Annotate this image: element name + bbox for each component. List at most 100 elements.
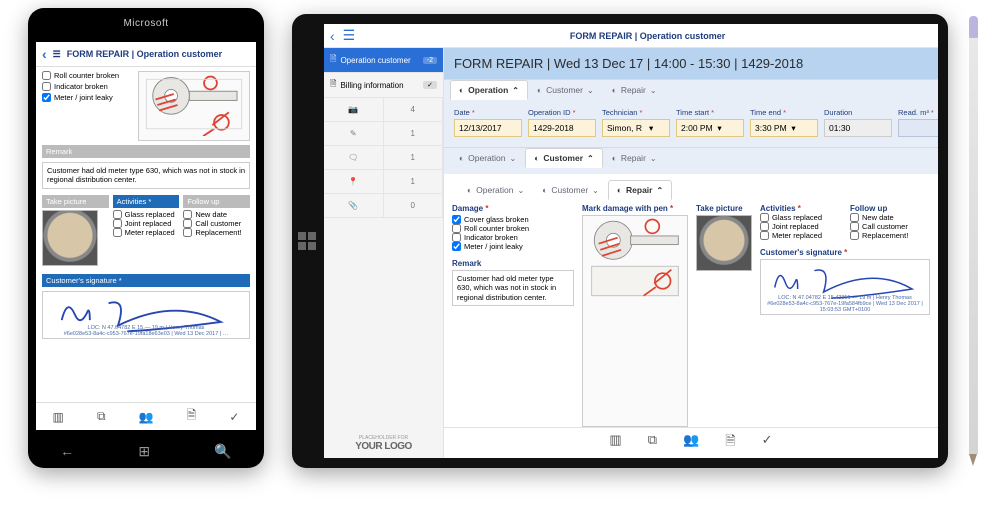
repair-damage-3[interactable]: Meter / joint leaky [452,242,574,251]
phone-damage-1[interactable]: Indicator broken [42,82,132,91]
phone-activity-1-checkbox[interactable] [113,219,122,228]
filter-icon[interactable]: ▥ [609,432,621,454]
phone-photo-thumb[interactable] [42,210,98,266]
repair-damage-0[interactable]: Cover glass broken [452,215,574,224]
repair-damage-2[interactable]: Indicator broken [452,233,574,242]
repair-damage-1[interactable]: Roll counter broken [452,224,574,233]
copy-icon[interactable]: ⧉ [97,409,106,424]
phone-damage-0-checkbox[interactable] [42,71,51,80]
op-input-tstart[interactable] [676,119,744,137]
repair-followup-2[interactable]: Replacement! [850,231,930,240]
sidebar-tab-1[interactable]: 🗎Billing information✓ [324,73,443,98]
back-icon[interactable]: ‹ [330,28,335,44]
check-icon[interactable]: ✓ [762,432,773,454]
repair-photo-thumb[interactable] [696,215,752,271]
post-icon[interactable]: 🗨 [324,146,384,170]
repair-damage-0-checkbox[interactable] [452,215,461,224]
activities-list: Glass replacedJoint replacedMeter replac… [760,213,840,240]
repair-activity-2-checkbox[interactable] [760,231,769,240]
op-input-tech[interactable] [602,119,670,137]
op-label-tstart: Time start [676,108,744,117]
menu-icon[interactable]: ☰ [343,27,356,44]
op-input-dur[interactable] [824,119,892,137]
repair-activity-1-checkbox[interactable] [760,222,769,231]
phone-activity-2[interactable]: Meter replaced [113,228,180,237]
phone-damage-1-checkbox[interactable] [42,82,51,91]
section-tab-operation[interactable]: ◐Operation⌄ [458,180,533,200]
dot-icon: ◐ [537,85,542,95]
section-tab-customer[interactable]: ◐Customer⌄ [528,80,603,100]
phone-damage-2[interactable]: Meter / joint leaky [42,93,132,102]
section-tab-customer[interactable]: ◐Customer⌃ [525,148,603,168]
phone-followup-1[interactable]: Call customer [183,219,250,228]
phone-remark-text[interactable]: Customer had old meter type 630, which w… [42,162,250,189]
section-tab-operation[interactable]: ◐Operation⌄ [450,148,525,168]
filter-icon[interactable]: ▥ [53,410,64,424]
op-input-tend[interactable] [750,119,818,137]
pin-icon[interactable]: 📍 [324,170,384,194]
phone-activity-0[interactable]: Glass replaced [113,210,180,219]
repair-damage-1-checkbox[interactable] [452,224,461,233]
windows-key-icon[interactable] [298,232,316,250]
camera-icon[interactable]: 📷 [324,98,384,122]
phone-activity-0-checkbox[interactable] [113,210,122,219]
sidebar-attachment-grid: 📷 4 ✎ 1 🗨 1 📍 1 📎 0 [324,98,443,218]
repair-activity-2-label: Meter replaced [772,231,822,240]
repair-followup-0-label: New date [862,213,894,222]
repair-damage-2-label: Indicator broken [464,233,518,242]
section-tab-operation[interactable]: ◐Operation⌃ [450,80,528,100]
check-icon[interactable]: ✓ [229,410,239,424]
phone-damage-2-checkbox[interactable] [42,93,51,102]
op-input-read[interactable] [898,119,938,137]
section-tab-repair[interactable]: ◐Repair⌄ [603,80,666,100]
copy-icon[interactable]: ⧉ [648,432,657,454]
menu-icon[interactable]: ☰ [53,49,61,60]
phone-followup-1-checkbox[interactable] [183,219,192,228]
repair-followup-0-checkbox[interactable] [850,213,859,222]
op-input-opid[interactable] [528,119,596,137]
section-tab-customer[interactable]: ◐Customer⌄ [533,180,608,200]
people-icon[interactable]: 👥 [139,410,154,424]
repair-activity-2[interactable]: Meter replaced [760,231,840,240]
paper-icon[interactable]: 🗎 [725,432,735,454]
repair-damage-3-checkbox[interactable] [452,242,461,251]
sidebar-tab-0[interactable]: 🗎Operation customer-2 [324,48,443,73]
repair-activity-0[interactable]: Glass replaced [760,213,840,222]
op-input-date[interactable] [454,119,522,137]
repair-followup-2-checkbox[interactable] [850,231,859,240]
phone-followup-2-checkbox[interactable] [183,228,192,237]
phone-followup-0-checkbox[interactable] [183,210,192,219]
os-home-icon[interactable]: ⊞ [138,443,150,460]
repair-remark-text[interactable]: Customer had old meter type 630, which w… [452,270,574,306]
paper-icon[interactable]: 🗎 [187,406,197,427]
repair-signature-box[interactable]: LOC: N 47.04782 E 15.42351 — 19 m | Henr… [760,259,930,315]
repair-followup-1[interactable]: Call customer [850,222,930,231]
phone-followup-2[interactable]: Replacement! [183,228,250,237]
phone-followup-0[interactable]: New date [183,210,250,219]
repair-activity-1[interactable]: Joint replaced [760,222,840,231]
section-tab-label: Operation [468,153,505,163]
repair-activity-0-label: Glass replaced [772,213,822,222]
os-search-icon[interactable]: 🔍 [214,443,231,460]
section-tab-repair[interactable]: ◐Repair⌄ [603,148,666,168]
damage-diagram[interactable] [582,215,688,427]
repair-followup-0[interactable]: New date [850,213,930,222]
phone-activity-2-checkbox[interactable] [113,228,122,237]
clip-icon[interactable]: 📎 [324,194,384,218]
pen-icon[interactable]: ✎ [324,122,384,146]
back-icon[interactable]: ‹ [42,46,47,62]
phone-signature-box[interactable]: LOC: N 47.04782 E 15.— 19 m | Henry Thom… [42,291,250,339]
stylus-pen [966,16,980,466]
phone-damage-2-label: Meter / joint leaky [54,93,113,102]
people-icon[interactable]: 👥 [683,432,699,454]
followup-hd: Follow up [850,204,930,213]
repair-followup-1-checkbox[interactable] [850,222,859,231]
phone-activity-1[interactable]: Joint replaced [113,219,180,228]
sidebar-tab-badge: -2 [423,57,437,64]
phone-damage-0[interactable]: Roll counter broken [42,71,132,80]
phone-damage-diagram[interactable] [138,71,250,141]
section-tab-repair[interactable]: ◐Repair⌃ [608,180,672,200]
os-back-icon[interactable]: ← [60,443,74,460]
repair-activity-0-checkbox[interactable] [760,213,769,222]
repair-damage-2-checkbox[interactable] [452,233,461,242]
